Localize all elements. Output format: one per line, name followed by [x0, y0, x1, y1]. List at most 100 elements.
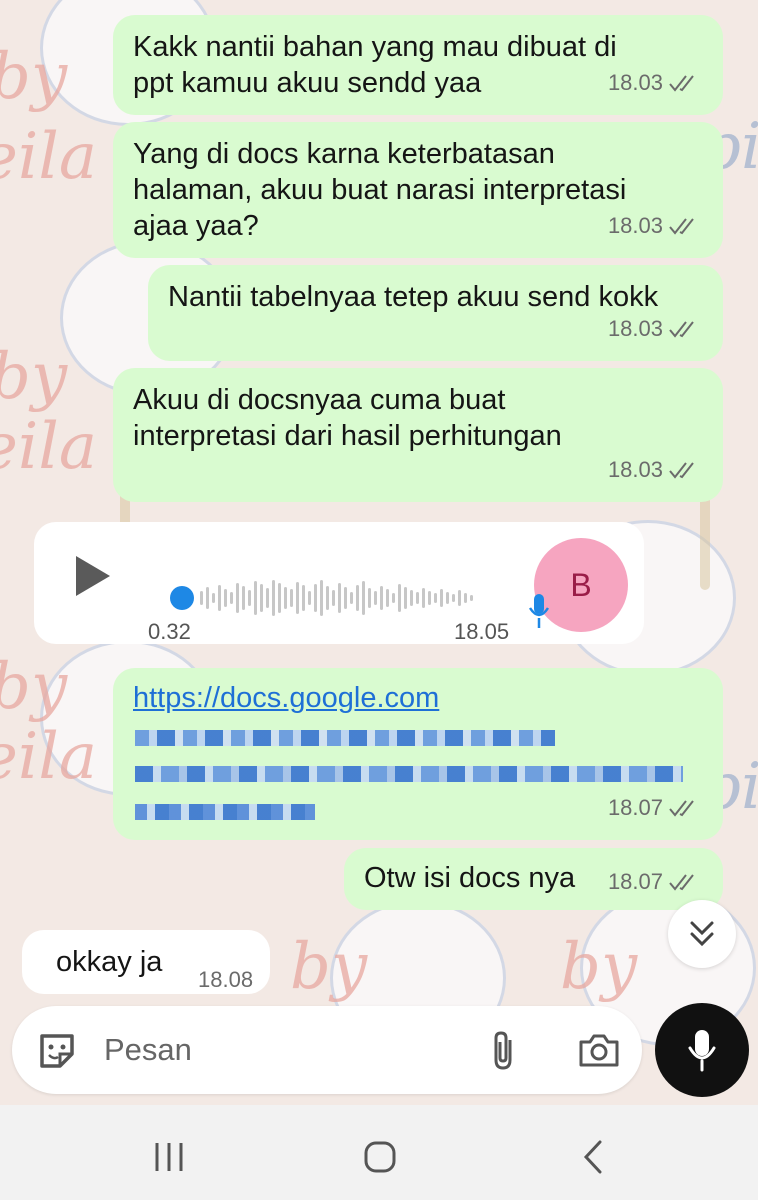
waveform-bar	[212, 593, 215, 603]
waveform-bar	[206, 587, 209, 609]
waveform-bar	[278, 583, 281, 613]
double-check-icon	[669, 321, 694, 338]
message-composer[interactable]: Pesan	[12, 1006, 642, 1094]
waveform-bar	[362, 581, 365, 615]
waveform-bar	[344, 587, 347, 609]
docs-link[interactable]: https://docs.google.com	[133, 680, 439, 716]
message-meta: 18.07	[608, 864, 701, 900]
watermark-by: by	[0, 340, 68, 414]
message-meta: 18.07	[608, 790, 701, 826]
recent-apps-icon[interactable]	[154, 1141, 184, 1173]
waveform-bar	[326, 586, 329, 610]
waveform-bar	[422, 588, 425, 608]
waveform-bar	[302, 585, 305, 611]
back-icon[interactable]	[582, 1139, 604, 1175]
waveform-bar	[374, 591, 377, 605]
outgoing-link-message[interactable]: https://docs.google.com 18.07	[113, 668, 723, 840]
waveform-bar	[272, 580, 275, 616]
waveform-bar	[200, 591, 203, 605]
blurred-link-text	[135, 730, 555, 746]
waveform-bar	[458, 590, 461, 606]
watermark-by: by	[0, 650, 68, 724]
waveform-bar	[452, 594, 455, 602]
waveform-bar	[236, 583, 239, 613]
waveform-bar	[242, 586, 245, 610]
waveform-bar	[368, 588, 371, 608]
waveform-bar	[224, 589, 227, 607]
system-nav-bar	[0, 1105, 758, 1200]
message-meta: 18.03	[608, 311, 701, 347]
double-check-icon	[669, 75, 694, 92]
double-chevron-down-icon	[690, 921, 714, 947]
avatar-initial: B	[570, 566, 592, 603]
message-text: Akuu di docsnyaa cuma buat interpretasi …	[133, 384, 562, 452]
waveform-bar	[290, 589, 293, 607]
waveform-bar	[296, 582, 299, 614]
double-check-icon	[669, 462, 694, 479]
paperclip-icon[interactable]	[488, 1030, 520, 1072]
waveform-bar	[338, 583, 341, 613]
outgoing-message[interactable]: Yang di docs karna keterbatasan halaman,…	[113, 122, 723, 258]
waveform-bar	[446, 592, 449, 604]
message-meta: 18.03	[608, 208, 701, 244]
waveform-bar	[380, 586, 383, 610]
waveform-bar	[440, 589, 443, 607]
waveform-bar	[404, 587, 407, 609]
waveform-bar	[308, 591, 311, 605]
message-meta: 18.03	[608, 452, 701, 488]
home-icon[interactable]	[364, 1141, 396, 1173]
watermark-eila: eila	[0, 120, 97, 194]
message-time: 18.03	[607, 70, 663, 95]
waveform-bar	[428, 591, 431, 605]
waveform-bar	[332, 590, 335, 606]
mic-icon	[688, 1030, 716, 1072]
waveform-bar	[248, 590, 251, 606]
scroll-to-bottom-button[interactable]	[668, 900, 736, 968]
message-time: 18.03	[607, 213, 663, 238]
message-time: 18.07	[607, 869, 663, 894]
camera-icon[interactable]	[578, 1032, 620, 1068]
message-text: okkay ja	[56, 946, 163, 978]
waveform-bar	[230, 592, 233, 604]
voice-record-button[interactable]	[655, 1003, 749, 1097]
waveform-bar	[464, 593, 467, 603]
waveform-bar	[386, 589, 389, 607]
blurred-link-text	[135, 766, 683, 782]
double-check-icon	[669, 218, 694, 235]
double-check-icon	[669, 874, 694, 891]
message-text: Nantii tabelnyaa tetep akuu send kokk	[168, 281, 659, 313]
waveform-bar	[350, 592, 353, 604]
waveform-bar	[260, 584, 263, 612]
playback-scrubber[interactable]	[170, 586, 194, 610]
waveform-bar	[266, 588, 269, 608]
blurred-link-text	[135, 804, 315, 820]
message-time: 18.03	[607, 316, 663, 341]
double-check-icon	[669, 800, 694, 817]
waveform-bar	[434, 593, 437, 603]
message-time: 18.03	[607, 457, 663, 482]
waveform-bar	[254, 581, 257, 615]
message-meta: 18.03	[608, 65, 701, 101]
waveform-bar	[410, 590, 413, 606]
waveform-bar	[314, 584, 317, 612]
mic-icon	[528, 594, 550, 628]
outgoing-message[interactable]: Otw isi docs nya 18.07	[344, 848, 723, 910]
watermark-eila: eila	[0, 720, 97, 794]
watermark-by: by	[290, 930, 368, 1004]
waveform-bar	[470, 595, 473, 601]
waveform-bar	[320, 580, 323, 616]
play-icon[interactable]	[76, 556, 110, 596]
outgoing-message[interactable]: Kakk nantii bahan yang mau dibuat di ppt…	[113, 15, 723, 115]
message-time: 18.05	[454, 619, 510, 644]
waveform-bar	[416, 592, 419, 604]
sticker-icon[interactable]	[36, 1030, 78, 1072]
message-input[interactable]: Pesan	[104, 1032, 192, 1068]
waveform-bar	[218, 585, 221, 611]
outgoing-message[interactable]: Akuu di docsnyaa cuma buat interpretasi …	[113, 368, 723, 502]
outgoing-message[interactable]: Nantii tabelnyaa tetep akuu send kokk 18…	[148, 265, 723, 361]
incoming-message[interactable]: okkay ja 18.08	[22, 930, 270, 994]
waveform-bar	[398, 584, 401, 612]
watermark-eila: eila	[0, 410, 97, 484]
watermark-by: by	[560, 930, 638, 1004]
watermark-by: by	[0, 40, 68, 114]
